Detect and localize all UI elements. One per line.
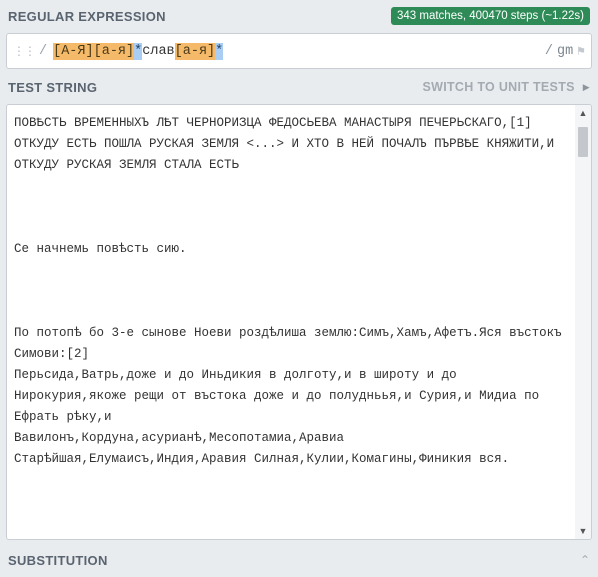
- match-info-badge[interactable]: 343 matches, 400470 steps (~1.22s): [391, 7, 590, 25]
- drag-handle-icon[interactable]: ⋮⋮: [13, 44, 36, 59]
- flag-icon[interactable]: ⚑: [577, 44, 585, 59]
- substitution-title: SUBSTITUTION: [8, 552, 108, 568]
- regex-section-title: REGULAR EXPRESSION: [8, 8, 166, 24]
- regex-flags[interactable]: gm: [557, 44, 573, 59]
- scroll-down-icon[interactable]: ▼: [575, 523, 591, 539]
- chevron-right-icon: ▶: [582, 81, 590, 92]
- substitution-header[interactable]: SUBSTITUTION ⌃: [0, 546, 598, 574]
- scroll-up-icon[interactable]: ▲: [575, 105, 591, 121]
- regex-token-set[interactable]: [а-я]: [93, 42, 135, 60]
- test-string-header: TEST STRING SWITCH TO UNIT TESTS ▶: [0, 72, 598, 102]
- scrollbar-thumb[interactable]: [578, 127, 588, 157]
- test-string-editor[interactable]: ПОВѢСТЬ ВРЕМЕННЫХЪ ЛѢТ ЧЕРНОРИЗЦА ФЕДОСЬ…: [6, 104, 592, 540]
- regex-token-set[interactable]: [А-Я]: [53, 42, 94, 60]
- vertical-scrollbar[interactable]: ▲ ▼: [575, 105, 591, 539]
- regex-suffix: / gm ⚑: [545, 44, 585, 59]
- chevron-up-icon[interactable]: ⌃: [580, 553, 590, 567]
- test-string-text[interactable]: ПОВѢСТЬ ВРЕМЕННЫХЪ ЛѢТ ЧЕРНОРИЗЦА ФЕДОСЬ…: [14, 113, 576, 470]
- regex-input[interactable]: ⋮⋮ / [А-Я][а-я]*слав[а-я]* / gm ⚑: [6, 33, 592, 69]
- regex-token-lit[interactable]: слав: [142, 43, 174, 60]
- regex-token-set[interactable]: [а-я]: [174, 42, 216, 60]
- regex-delimiter-close: /: [544, 43, 553, 59]
- test-string-title: TEST STRING: [8, 79, 98, 95]
- regex-section-header: REGULAR EXPRESSION 343 matches, 400470 s…: [0, 0, 598, 32]
- regex-pattern[interactable]: [А-Я][а-я]*слав[а-я]*: [53, 42, 224, 60]
- regex-delimiter-open: /: [39, 43, 48, 59]
- switch-to-unit-tests-label: SWITCH TO UNIT TESTS: [422, 80, 575, 94]
- regex-token-quant[interactable]: *: [215, 42, 224, 60]
- switch-to-unit-tests-button[interactable]: SWITCH TO UNIT TESTS ▶: [422, 80, 590, 94]
